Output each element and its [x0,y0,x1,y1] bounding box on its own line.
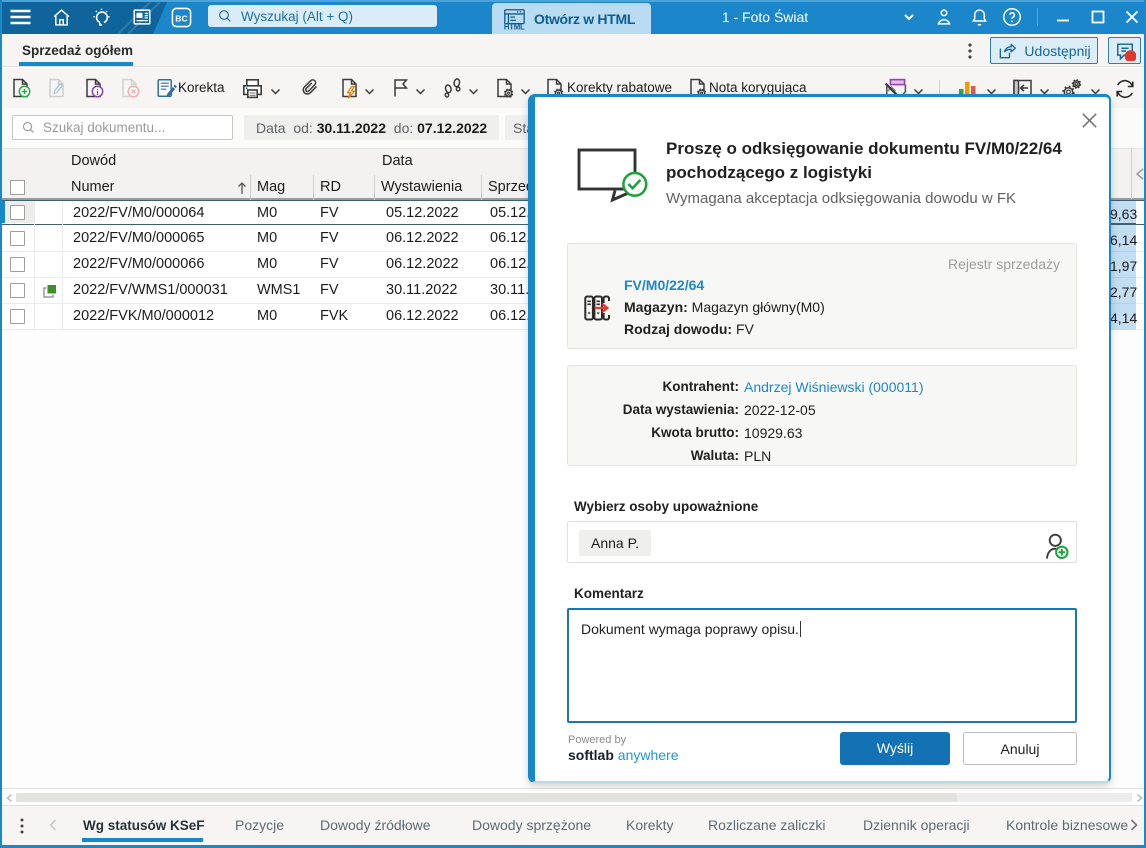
svg-text:BC: BC [175,13,187,23]
svg-text:HTML: HTML [504,22,525,30]
